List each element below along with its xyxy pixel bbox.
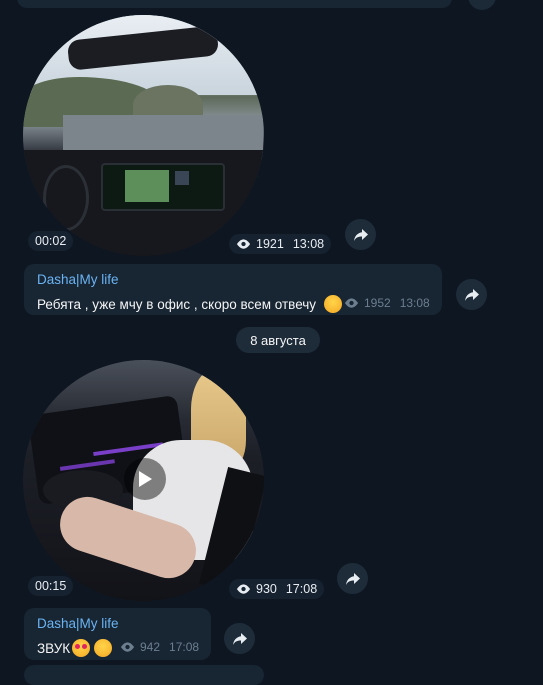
message-text: Ребята , уже мчу в офис , скоро всем отв… bbox=[37, 295, 342, 313]
car-screen bbox=[101, 163, 225, 211]
video-meta: 930 17:08 bbox=[229, 579, 325, 599]
share-button[interactable] bbox=[224, 623, 255, 654]
round-video-message[interactable] bbox=[23, 360, 264, 601]
view-count: 930 bbox=[256, 582, 277, 596]
hugging-face-emoji bbox=[323, 295, 342, 313]
message-meta: 1952 13:08 bbox=[344, 296, 430, 310]
eye-icon bbox=[236, 584, 251, 594]
message-text: ЗВУК bbox=[37, 639, 113, 657]
message-meta: 942 17:08 bbox=[120, 640, 199, 654]
share-arrow-icon bbox=[464, 288, 479, 301]
play-icon bbox=[139, 471, 152, 487]
author-name[interactable]: Dasha|My life bbox=[37, 616, 119, 631]
eye-icon bbox=[236, 239, 251, 249]
share-arrow-icon bbox=[232, 632, 247, 645]
smiling-blush-emoji bbox=[94, 639, 113, 657]
share-arrow-icon bbox=[353, 228, 368, 241]
play-button[interactable] bbox=[124, 458, 166, 500]
share-button[interactable] bbox=[468, 0, 496, 10]
message-time: 17:08 bbox=[285, 582, 318, 596]
video-duration: 00:15 bbox=[28, 576, 74, 596]
share-button[interactable] bbox=[345, 219, 376, 250]
steering-wheel bbox=[43, 165, 89, 231]
author-name[interactable]: Dasha|My life bbox=[37, 272, 119, 287]
message-time: 13:08 bbox=[292, 237, 325, 251]
message-time: 17:08 bbox=[169, 640, 200, 654]
video-duration: 00:02 bbox=[28, 231, 74, 251]
eye-icon bbox=[120, 642, 135, 652]
round-video-message[interactable] bbox=[23, 15, 264, 256]
heart-eyes-emoji bbox=[72, 639, 91, 657]
eye-icon bbox=[344, 298, 359, 308]
view-count: 1952 bbox=[364, 296, 391, 310]
previous-message-bubble bbox=[17, 0, 452, 8]
message-time: 13:08 bbox=[399, 296, 430, 310]
share-button[interactable] bbox=[456, 279, 487, 310]
view-count: 1921 bbox=[256, 237, 284, 251]
share-arrow-icon bbox=[345, 572, 360, 585]
next-message-bubble bbox=[24, 665, 264, 685]
share-button[interactable] bbox=[337, 563, 368, 594]
view-count: 942 bbox=[140, 640, 161, 654]
video-meta: 1921 13:08 bbox=[229, 234, 332, 254]
date-separator: 8 августа bbox=[236, 327, 320, 353]
